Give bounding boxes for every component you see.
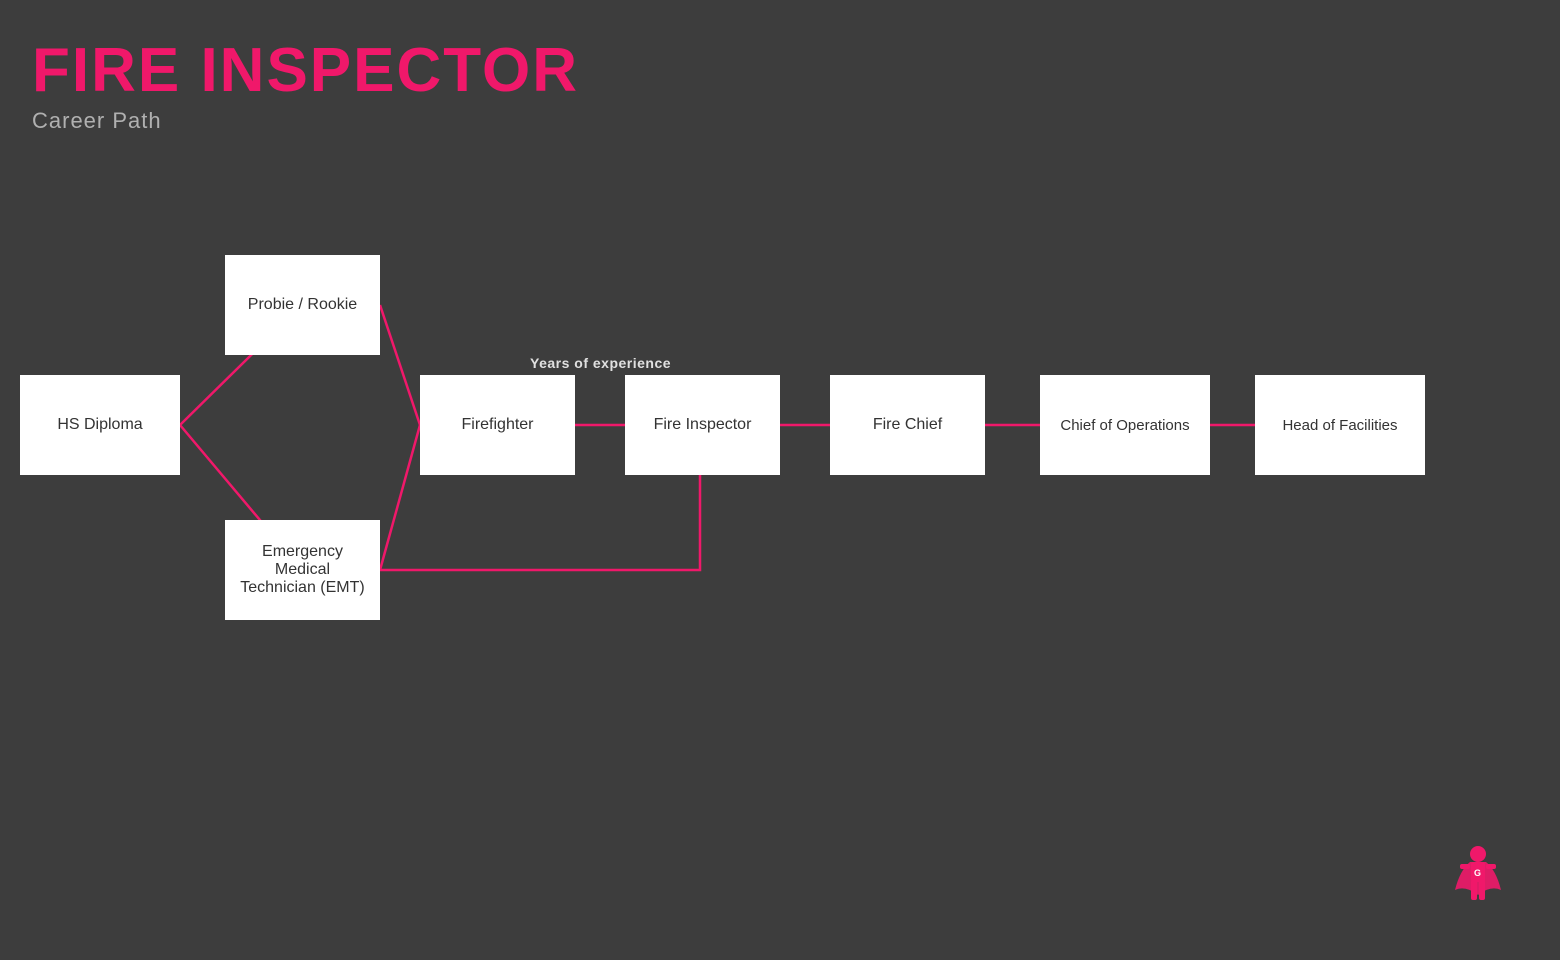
card-fire-inspector: Fire Inspector bbox=[625, 375, 780, 475]
card-firefighter: Firefighter bbox=[420, 375, 575, 475]
header: FIRE INSPECTOR Career Path bbox=[32, 40, 579, 134]
card-hs-diploma: HS Diploma bbox=[20, 375, 180, 475]
page-title: FIRE INSPECTOR bbox=[32, 40, 579, 102]
brand-logo: G bbox=[1440, 840, 1520, 920]
card-fire-chief: Fire Chief bbox=[830, 375, 985, 475]
card-probie: Probie / Rookie bbox=[225, 255, 380, 355]
svg-text:G: G bbox=[1474, 868, 1481, 878]
card-head-facilities: Head of Facilities bbox=[1255, 375, 1425, 475]
card-chief-ops: Chief of Operations bbox=[1040, 375, 1210, 475]
card-emt: Emergency MedicalTechnician (EMT) bbox=[225, 520, 380, 620]
page-subtitle: Career Path bbox=[32, 108, 579, 134]
years-label: Years of experience bbox=[530, 355, 671, 371]
career-diagram: Years of experience HS Diploma Probie / R… bbox=[0, 200, 1560, 760]
